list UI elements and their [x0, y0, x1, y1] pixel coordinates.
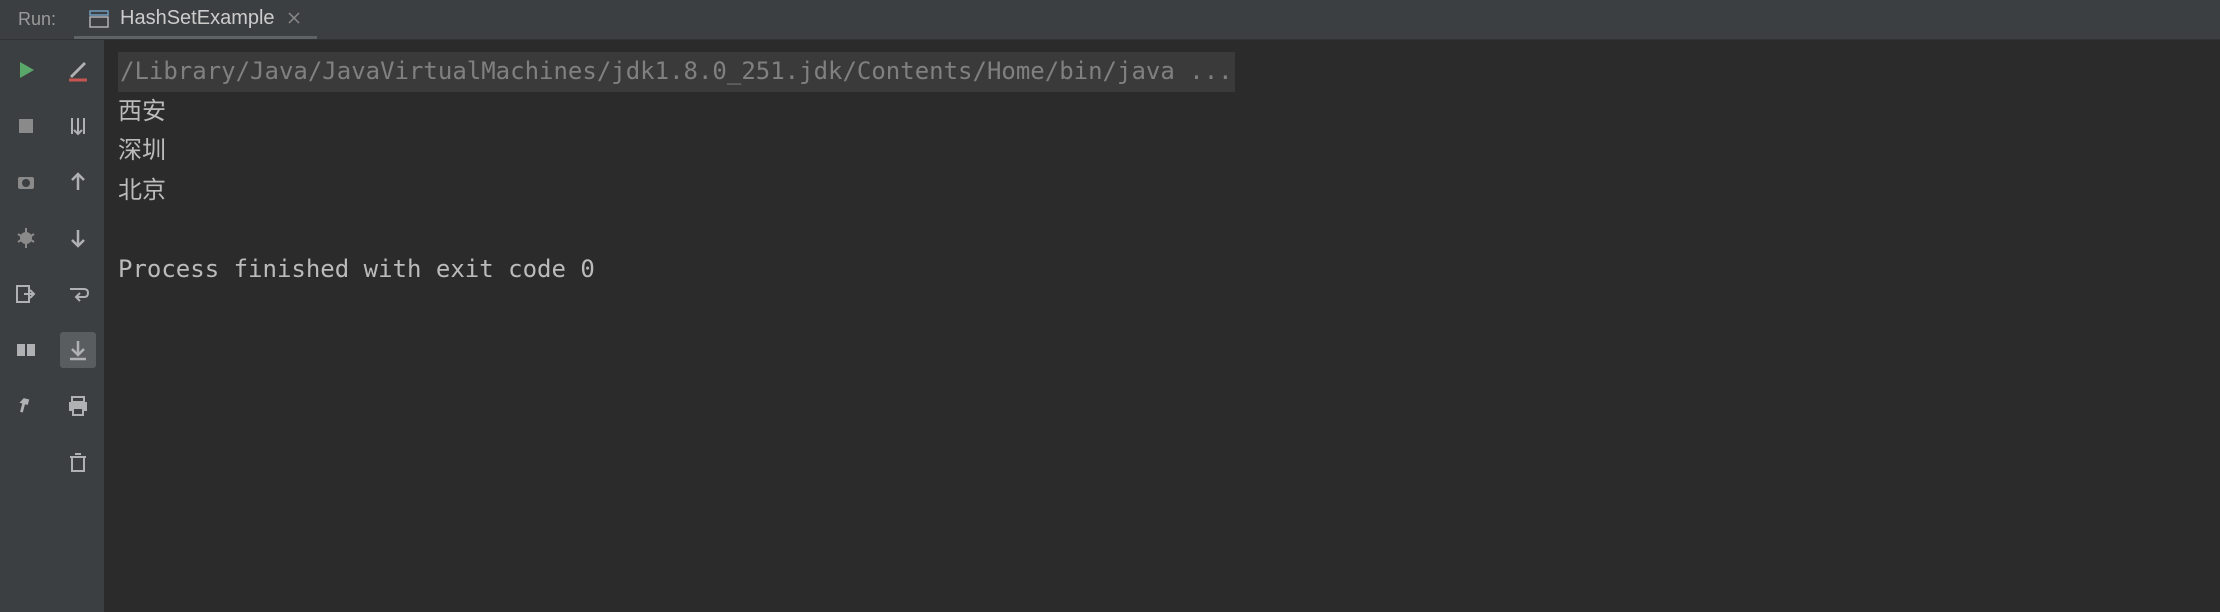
right-toolbar: [52, 40, 104, 612]
up-button[interactable]: [60, 164, 96, 200]
command-line: /Library/Java/JavaVirtualMachines/jdk1.8…: [118, 52, 2206, 92]
scroll-to-end-button[interactable]: [60, 332, 96, 368]
exit-message: Process finished with exit code 0: [118, 250, 2206, 290]
left-toolbar: [0, 40, 52, 612]
edit-button[interactable]: [60, 52, 96, 88]
dump-threads-button[interactable]: [8, 164, 44, 200]
output-line: 深圳: [118, 131, 2206, 171]
rerun-button[interactable]: [8, 52, 44, 88]
output-line: 西安: [118, 92, 2206, 132]
soft-wrap-button[interactable]: [60, 276, 96, 312]
output-line: 北京: [118, 171, 2206, 211]
run-label: Run:: [0, 0, 74, 39]
debug-button[interactable]: [8, 220, 44, 256]
application-icon: [88, 7, 110, 29]
down-button[interactable]: [60, 220, 96, 256]
exit-button[interactable]: [8, 276, 44, 312]
print-button[interactable]: [60, 388, 96, 424]
close-tab-button[interactable]: [285, 9, 303, 27]
main-area: /Library/Java/JavaVirtualMachines/jdk1.8…: [0, 40, 2220, 612]
steps-down-button[interactable]: [60, 108, 96, 144]
tab-bar: Run: HashSetExample: [0, 0, 2220, 40]
layout-button[interactable]: [8, 332, 44, 368]
tab-label: HashSetExample: [120, 7, 275, 30]
blank-line: [118, 210, 2206, 250]
run-tab[interactable]: HashSetExample: [74, 0, 317, 39]
clear-button[interactable]: [60, 444, 96, 480]
pin-button[interactable]: [8, 388, 44, 424]
stop-button[interactable]: [8, 108, 44, 144]
console-output[interactable]: /Library/Java/JavaVirtualMachines/jdk1.8…: [104, 40, 2220, 612]
